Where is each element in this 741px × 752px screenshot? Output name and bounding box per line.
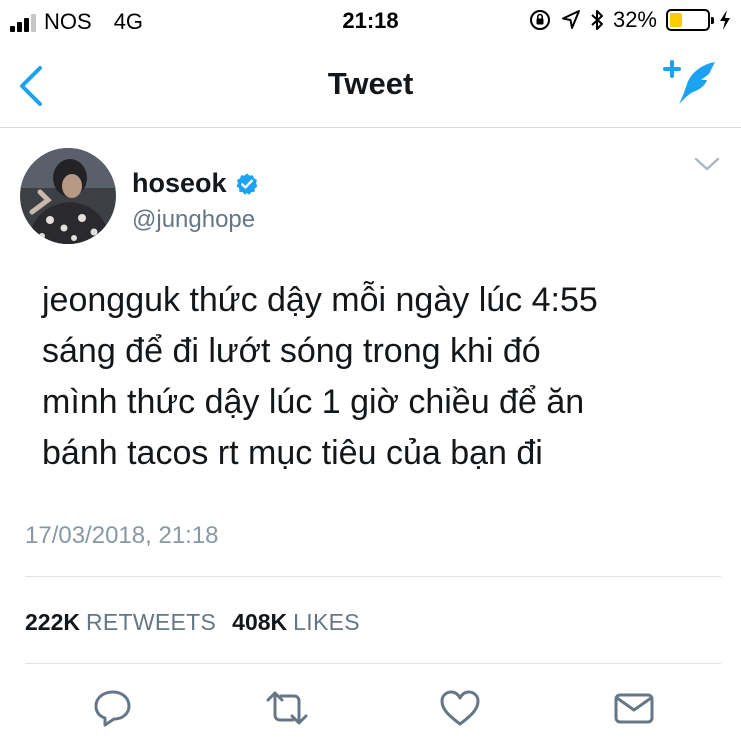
engagement-stats: 222K RETWEETS 408K LIKES xyxy=(25,609,376,636)
user-name-row[interactable]: hoseok xyxy=(132,168,259,199)
avatar[interactable] xyxy=(20,148,116,244)
battery-icon xyxy=(666,9,714,31)
reply-icon xyxy=(94,690,131,727)
status-indicators: 32% xyxy=(528,7,731,33)
user-handle[interactable]: @junghope xyxy=(132,206,255,234)
tweet-options-button[interactable] xyxy=(693,152,721,176)
retweets-label[interactable]: RETWEETS xyxy=(86,609,216,636)
tweet-text-line: bánh tacos rt mục tiêu của bạn đi xyxy=(42,434,543,472)
compose-tweet-icon xyxy=(663,60,715,104)
tweet-text-line: mình thức dậy lúc 1 giờ chiều để ăn xyxy=(42,383,585,421)
location-arrow-icon xyxy=(561,10,580,29)
chevron-down-icon xyxy=(694,157,720,171)
navigation-bar: Tweet xyxy=(0,40,741,128)
tweet-action-bar xyxy=(0,680,741,736)
page-title: Tweet xyxy=(327,66,414,101)
tweet-text-line: sáng để đi lướt sóng trong khi đó xyxy=(42,332,541,370)
retweet-icon xyxy=(266,691,308,725)
tweet-text: jeongguk thức dậy mỗi ngày lúc 4:55 sáng… xyxy=(42,275,722,479)
divider xyxy=(25,576,721,577)
status-bar: NOS 4G 21:18 32% xyxy=(0,0,741,40)
direct-message-icon xyxy=(614,693,654,724)
compose-tweet-button[interactable] xyxy=(663,58,719,108)
battery-level xyxy=(670,13,682,27)
likes-count[interactable]: 408K xyxy=(232,609,287,636)
tweet-timestamp: 17/03/2018, 21:18 xyxy=(25,522,219,549)
user-display-name[interactable]: hoseok xyxy=(132,168,227,199)
avatar-photo xyxy=(20,148,116,244)
like-icon xyxy=(440,690,480,726)
tweet-text-line: jeongguk thức dậy mỗi ngày lúc 4:55 xyxy=(42,281,598,319)
divider xyxy=(25,663,721,664)
charging-bolt-icon xyxy=(720,10,730,30)
battery-percent: 32% xyxy=(612,7,657,32)
verified-badge-icon xyxy=(236,173,257,195)
reply-button[interactable] xyxy=(91,686,135,730)
likes-label[interactable]: LIKES xyxy=(293,609,360,636)
like-button[interactable] xyxy=(438,686,482,730)
orientation-lock-icon xyxy=(529,10,550,30)
retweets-count[interactable]: 222K xyxy=(25,609,80,636)
direct-message-button[interactable] xyxy=(612,686,656,730)
retweet-button[interactable] xyxy=(265,686,309,730)
bluetooth-icon xyxy=(591,10,603,30)
